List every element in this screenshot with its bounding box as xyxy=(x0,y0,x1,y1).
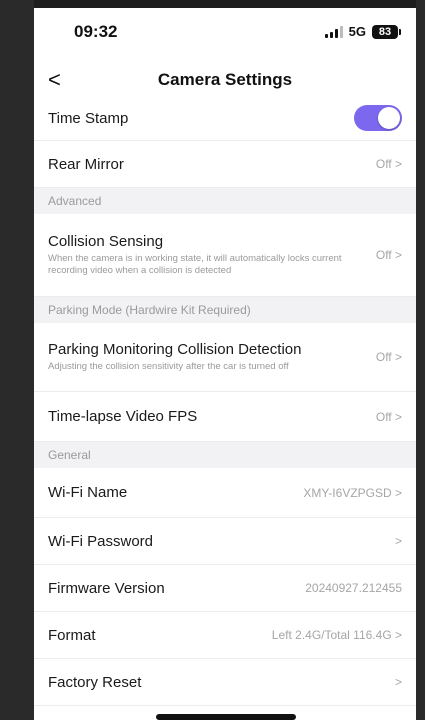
section-advanced-label: Advanced xyxy=(48,194,102,208)
wifi-name-label: Wi-Fi Name xyxy=(48,484,128,501)
parking-collision-row[interactable]: Parking Monitoring Collision Detection A… xyxy=(34,323,416,392)
collision-sensing-text: Collision Sensing When the camera is in … xyxy=(48,233,376,277)
signal-bars-icon xyxy=(324,25,343,38)
factory-reset-row[interactable]: Factory Reset > xyxy=(34,659,416,706)
factory-reset-label: Factory Reset xyxy=(48,673,142,691)
factory-reset-value: > xyxy=(394,675,402,689)
rear-mirror-row[interactable]: Rear Mirror Off > xyxy=(34,141,416,188)
timelapse-value: Off > xyxy=(375,409,402,424)
section-advanced: Advanced xyxy=(34,188,416,214)
wifi-password-row[interactable]: Wi-Fi Password > xyxy=(34,518,416,565)
time-stamp-toggle[interactable] xyxy=(354,105,402,131)
status-bar: 09:32 5G 83 xyxy=(34,16,416,46)
toggle-knob xyxy=(378,107,400,129)
section-parking: Parking Mode (Hardwire Kit Required) xyxy=(34,297,416,323)
parking-collision-label: Parking Monitoring Collision Detection xyxy=(48,341,302,358)
rear-mirror-label: Rear Mirror xyxy=(48,155,124,173)
home-indicator[interactable] xyxy=(156,714,296,720)
wifi-password-label: Wi-Fi Password xyxy=(48,532,154,550)
section-parking-label: Parking Mode (Hardwire Kit Required) xyxy=(48,303,251,317)
settings-list: Time Stamp Rear Mirror Off > Advanced Co… xyxy=(34,96,416,706)
collision-sensing-row[interactable]: Collision Sensing When the camera is in … xyxy=(34,214,416,297)
network-label: 5G xyxy=(348,24,366,39)
firmware-label: Firmware Version xyxy=(48,579,165,597)
time-stamp-row[interactable]: Time Stamp xyxy=(34,96,416,141)
wifi-password-value: > xyxy=(394,534,402,548)
status-time: 09:32 xyxy=(74,22,118,41)
collision-sensing-value: Off > xyxy=(375,248,402,262)
battery-icon: 83 xyxy=(372,24,401,39)
collision-sensing-desc: When the camera is in working state, it … xyxy=(48,253,342,276)
time-stamp-label: Time Stamp xyxy=(48,109,129,127)
parking-collision-value: Off > xyxy=(375,350,402,364)
format-value: Left 2.4G/Total 116.4G > xyxy=(271,628,402,642)
wifi-name-row[interactable]: Wi-Fi Name XMY-I6VZPGSD > xyxy=(34,468,416,518)
status-indicators: 5G 83 xyxy=(324,24,401,39)
collision-sensing-label: Collision Sensing xyxy=(48,233,164,250)
page-title: Camera Settings xyxy=(157,70,293,89)
format-row[interactable]: Format Left 2.4G/Total 116.4G > xyxy=(34,612,416,659)
nav-bar: < Camera Settings xyxy=(34,67,416,98)
section-general: General xyxy=(34,442,416,468)
timelapse-row[interactable]: Time-lapse Video FPS Off > xyxy=(34,392,416,442)
top-edge xyxy=(34,0,416,8)
format-label: Format xyxy=(48,626,96,644)
parking-collision-text: Parking Monitoring Collision Detection A… xyxy=(48,341,376,373)
section-general-label: General xyxy=(48,448,91,462)
firmware-row: Firmware Version 20240927.212455 xyxy=(34,565,416,612)
phone-screen: 09:32 5G 83 < Camera Settings Time Stamp… xyxy=(34,0,416,720)
parking-collision-desc: Adjusting the collision sensitivity afte… xyxy=(48,361,289,372)
firmware-value: 20240927.212455 xyxy=(305,581,402,595)
battery-level: 83 xyxy=(378,25,392,38)
rear-mirror-value: Off > xyxy=(375,157,402,171)
wifi-name-value: XMY-I6VZPGSD > xyxy=(303,485,402,500)
timelapse-label: Time-lapse Video FPS xyxy=(48,408,198,425)
